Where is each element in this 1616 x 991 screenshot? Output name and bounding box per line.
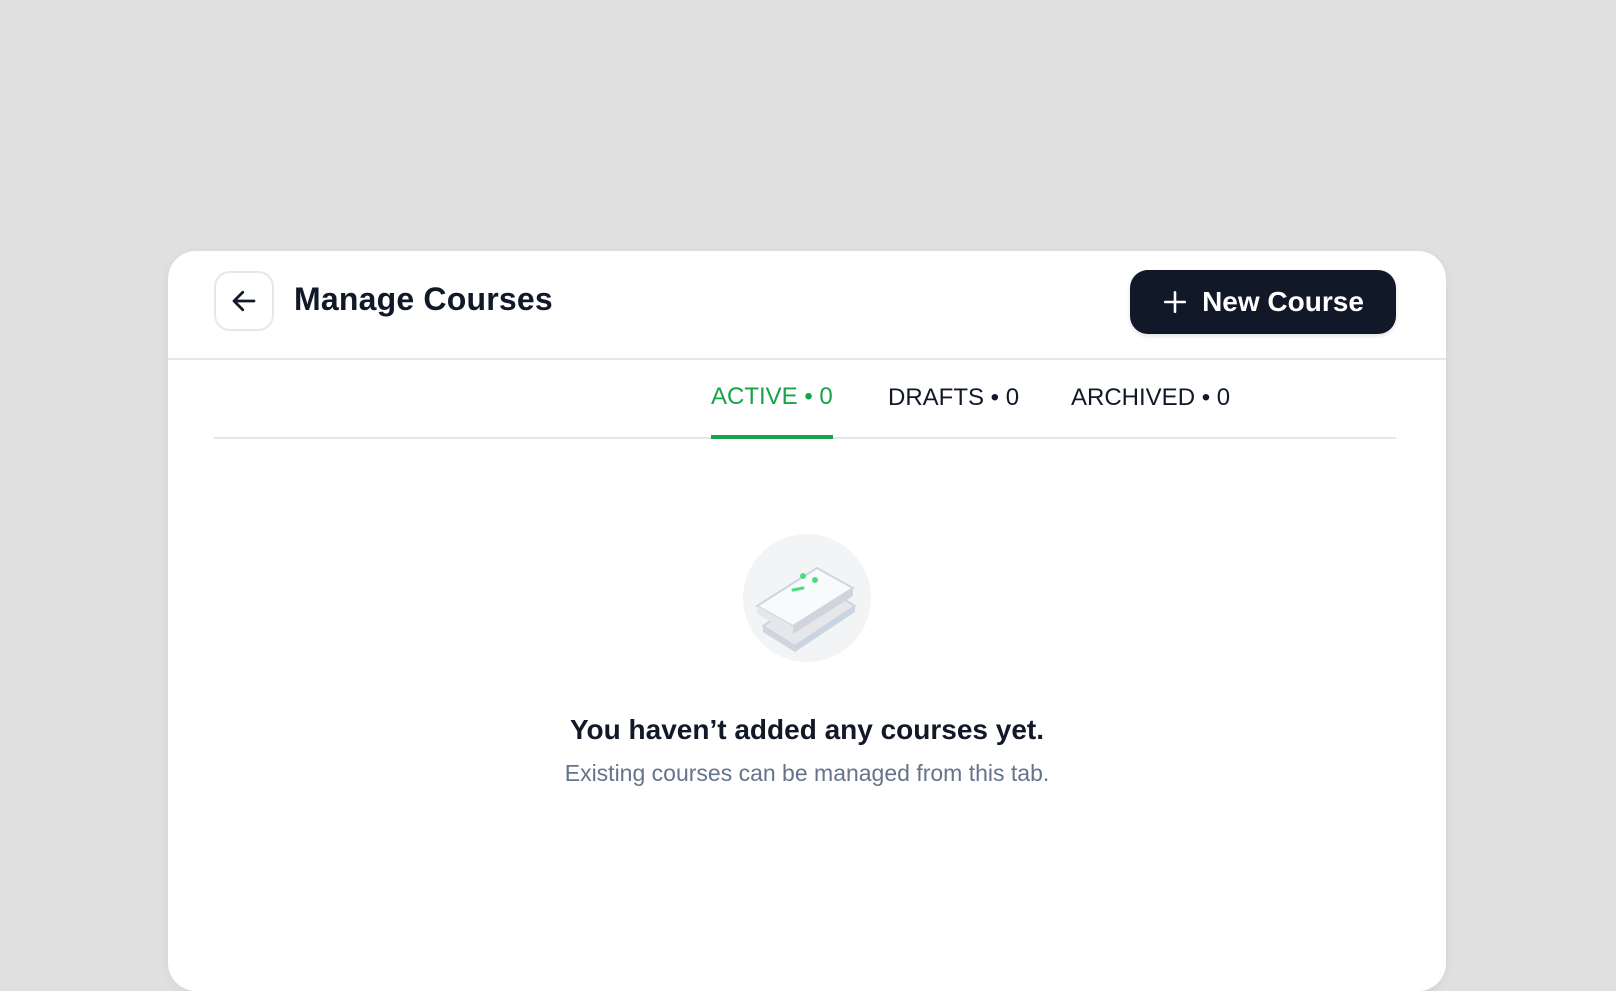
empty-state-subtitle: Existing courses can be managed from thi… <box>564 760 1050 786</box>
empty-state: You haven’t added any courses yet. Exist… <box>168 534 1446 787</box>
tab-archived[interactable]: ARCHIVED • 0 <box>1071 359 1230 437</box>
course-tabs: ACTIVE • 0 DRAFTS • 0 ARCHIVED • 0 <box>214 359 1396 439</box>
manage-courses-card: Manage Courses New Course ACTIVE • 0 DRA… <box>168 251 1446 991</box>
books-icon <box>755 566 857 652</box>
tab-active[interactable]: ACTIVE • 0 <box>711 359 833 439</box>
empty-state-title: You haven’t added any courses yet. <box>569 714 1045 745</box>
arrow-left-icon <box>232 290 256 312</box>
header: Manage Courses New Course <box>168 251 1446 360</box>
tab-drafts[interactable]: DRAFTS • 0 <box>888 359 1019 437</box>
new-course-button[interactable]: New Course <box>1130 270 1396 334</box>
page-title: Manage Courses <box>294 281 553 317</box>
back-button[interactable] <box>214 271 274 331</box>
plus-icon <box>1164 290 1187 314</box>
empty-state-illustration <box>743 534 871 662</box>
new-course-label: New Course <box>1202 286 1364 317</box>
